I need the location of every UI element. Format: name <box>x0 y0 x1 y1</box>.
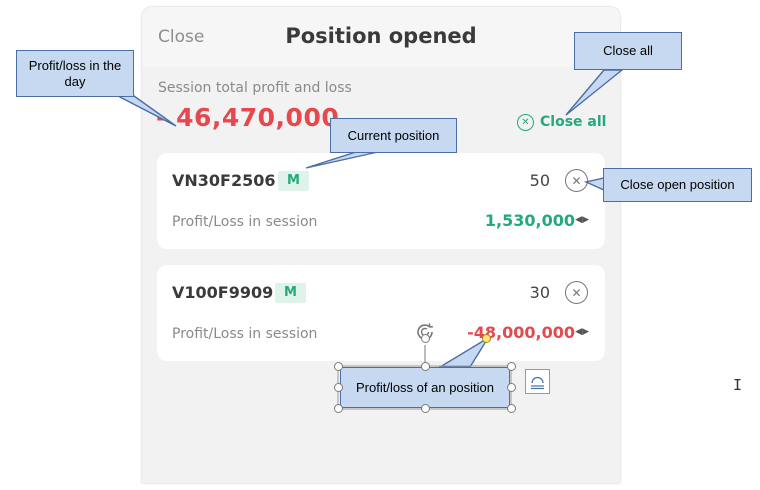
resize-handle[interactable] <box>334 383 343 392</box>
pointer-adjust-handle[interactable] <box>482 334 491 343</box>
rotate-handle[interactable] <box>421 334 430 343</box>
resize-handle[interactable] <box>507 362 516 371</box>
callout-close-all: Close all <box>574 32 682 70</box>
resize-handle[interactable] <box>507 383 516 392</box>
callout-close-open-position: Close open position <box>603 168 752 202</box>
layout-options-icon[interactable] <box>525 369 550 394</box>
text-cursor-icon: I <box>733 376 743 394</box>
callout-position-pl[interactable]: Profit/loss of an position <box>340 367 510 408</box>
resize-handle[interactable] <box>421 404 430 413</box>
callout-current-position: Current position <box>330 118 457 153</box>
resize-handle[interactable] <box>334 404 343 413</box>
callout-profit-day: Profit/loss in the day <box>16 50 134 97</box>
resize-handle[interactable] <box>507 404 516 413</box>
resize-handle[interactable] <box>334 362 343 371</box>
resize-handle[interactable] <box>421 362 430 371</box>
